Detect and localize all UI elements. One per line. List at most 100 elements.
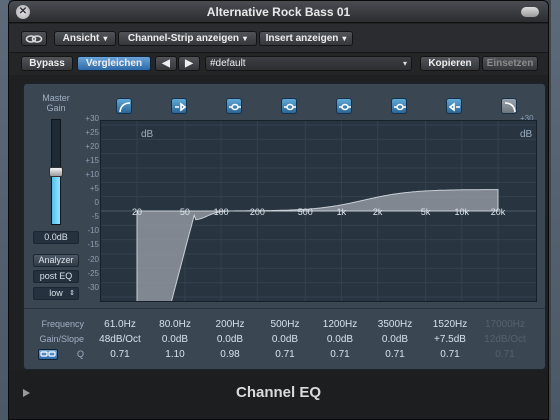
db-tick-left: -25: [87, 268, 99, 278]
triangle-right-icon: ▶: [185, 58, 193, 69]
db-tick-left: +5: [89, 184, 99, 194]
plugin-footer: Channel EQ: [9, 370, 548, 419]
band-7-toggle[interactable]: [446, 98, 462, 114]
triangle-left-icon: ◀: [162, 58, 170, 69]
master-gain-value[interactable]: 0.0dB: [33, 231, 79, 244]
analyzer-mode-button[interactable]: post EQ: [33, 270, 79, 283]
band-8-toggle[interactable]: [501, 98, 517, 114]
frequency-tick-label: 5k: [421, 207, 431, 217]
copy-button[interactable]: Kopieren: [420, 56, 480, 71]
band-4-toggle[interactable]: [281, 98, 297, 114]
toolbar-presets: Bypass Vergleichen ◀ ▶ #default ▾ Kopier…: [9, 53, 548, 75]
q-row-label: Q: [76, 349, 84, 359]
resolution-value: low: [49, 288, 63, 298]
band-7-freq-value[interactable]: 1520Hz: [426, 319, 474, 330]
db-label-left: dB: [141, 129, 154, 140]
analyzer-button[interactable]: Analyzer: [33, 254, 79, 267]
band-6-freq-value[interactable]: 3500Hz: [371, 319, 419, 330]
channel-strip-label: Channel-Strip anzeigen: [127, 33, 240, 44]
chevron-down-icon: ▾: [103, 34, 108, 43]
db-tick-left: -10: [87, 226, 99, 236]
band-2-toggle[interactable]: [171, 98, 187, 114]
db-tick-left: +10: [85, 170, 99, 180]
frequency-tick-label: 10k: [455, 207, 470, 217]
master-gain-fill: [52, 172, 60, 224]
db-tick-left: +15: [85, 156, 99, 166]
band-6-gain-value[interactable]: 0.0dB: [371, 334, 419, 345]
frequency-tick-label: 20k: [491, 207, 506, 217]
ansicht-label: Ansicht: [62, 33, 100, 44]
band-3-q-value[interactable]: 0.98: [206, 349, 254, 360]
plugin-name: Channel EQ: [235, 384, 321, 401]
compare-button[interactable]: Vergleichen: [77, 56, 151, 71]
title-bar[interactable]: ✕ Alternative Rock Bass 01: [9, 1, 548, 23]
frequency-tick-label: 20: [132, 207, 142, 217]
resolution-select[interactable]: low ⇕: [33, 287, 79, 300]
master-gain-slider[interactable]: [49, 119, 63, 225]
band-3-freq-value[interactable]: 200Hz: [206, 319, 254, 330]
band-8-gain-value[interactable]: 12dB/Oct: [481, 334, 529, 345]
frequency-tick-label: 200: [250, 207, 265, 217]
band-1-gain-value[interactable]: 48dB/Oct: [96, 334, 144, 345]
band-4-freq-value[interactable]: 500Hz: [261, 319, 309, 330]
low-shelf-icon: [175, 102, 187, 112]
high-cut-icon: [504, 102, 516, 113]
db-tick-left: 0: [94, 198, 99, 208]
db-tick-left: +20: [85, 142, 99, 152]
channel-strip-menu[interactable]: Channel-Strip anzeigen ▾: [118, 31, 257, 46]
high-shelf-icon: [448, 102, 460, 112]
background-right-edge: [551, 0, 560, 420]
band-7-q-value[interactable]: 0.71: [426, 349, 474, 360]
band-6-q-value[interactable]: 0.71: [371, 349, 419, 360]
gain-slope-row-label: Gain/Slope: [39, 334, 84, 344]
eq-panel: Master Gain 0.0dB Analyzer post EQ low ⇕…: [23, 83, 546, 370]
band-7-gain-value[interactable]: +7.5dB: [426, 334, 474, 345]
low-cut-icon: [119, 102, 131, 113]
band-2-gain-value[interactable]: 0.0dB: [151, 334, 199, 345]
band-4-q-value[interactable]: 0.71: [261, 349, 309, 360]
band-2-q-value[interactable]: 1.10: [151, 349, 199, 360]
band-4-gain-value[interactable]: 0.0dB: [261, 334, 309, 345]
eq-response-curve: [136, 189, 499, 327]
band-1-toggle[interactable]: [116, 98, 132, 114]
band-3-gain-value[interactable]: 0.0dB: [206, 334, 254, 345]
peak-band-icon: [229, 103, 241, 111]
insert-label: Insert anzeigen: [265, 33, 339, 44]
toolbar-top: Ansicht ▾ Channel-Strip anzeigen ▾ Insert …: [9, 24, 548, 53]
eq-curve-display[interactable]: dB dB 20 50 100 200 500 1k 2k 5k 10k 20k: [101, 121, 536, 327]
channel-eq-plugin-screen: { "window": { "title": "Alternative Rock…: [0, 0, 560, 420]
band-2-freq-value[interactable]: 80.0Hz: [151, 319, 199, 330]
previous-preset-button[interactable]: ◀: [155, 56, 177, 71]
band-8-freq-value[interactable]: 17000Hz: [481, 319, 529, 330]
frequency-tick-label: 100: [214, 207, 229, 217]
band-parameter-table: Frequency Gain/Slope Q 61.0Hz 48dB/Oct 0.7…: [24, 308, 545, 370]
band-5-q-value[interactable]: 0.71: [316, 349, 364, 360]
frequency-tick-label: 500: [298, 207, 313, 217]
db-tick-left: -30: [87, 282, 99, 292]
band-5-gain-value[interactable]: 0.0dB: [316, 334, 364, 345]
frequency-tick-label: 2k: [373, 207, 383, 217]
bypass-button[interactable]: Bypass: [21, 56, 73, 71]
band-5-toggle[interactable]: [336, 98, 352, 114]
ansicht-menu[interactable]: Ansicht ▾: [54, 31, 116, 46]
paste-button[interactable]: Einsetzen: [482, 56, 538, 71]
preset-dropdown[interactable]: #default ▾: [205, 56, 412, 71]
link-button[interactable]: [21, 31, 47, 46]
chevron-down-icon: ▾: [342, 34, 347, 43]
next-preset-button[interactable]: ▶: [178, 56, 200, 71]
band-3-toggle[interactable]: [226, 98, 242, 114]
peak-band-icon: [339, 103, 351, 111]
band-8-q-value[interactable]: 0.71: [481, 349, 529, 360]
insert-menu[interactable]: Insert anzeigen ▾: [259, 31, 353, 46]
band-1-freq-value[interactable]: 61.0Hz: [96, 319, 144, 330]
master-gain-thumb[interactable]: [49, 167, 63, 177]
band-1-q-value[interactable]: 0.71: [96, 349, 144, 360]
band-6-toggle[interactable]: [391, 98, 407, 114]
preset-value: #default: [210, 58, 246, 69]
master-gain-label-1: Master: [42, 93, 70, 103]
band-5-freq-value[interactable]: 1200Hz: [316, 319, 364, 330]
eq-graph[interactable]: dB dB 20 50 100 200 500 1k 2k 5k 10k 20k: [100, 120, 537, 327]
toolbar-toggle-icon[interactable]: [521, 7, 539, 17]
window-title: Alternative Rock Bass 01: [206, 5, 351, 19]
master-gain-label-2: Gain: [46, 103, 66, 113]
